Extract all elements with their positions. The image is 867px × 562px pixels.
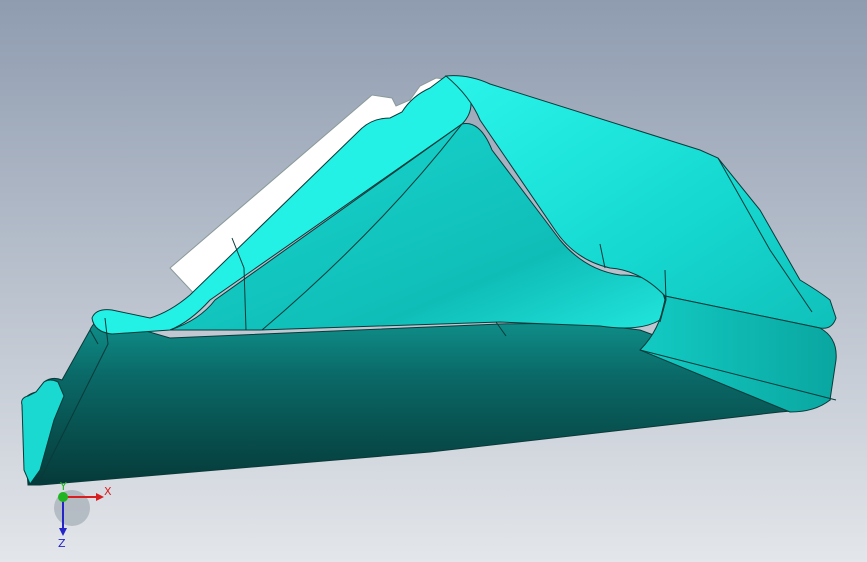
coordinate-triad: X Y Z	[54, 480, 112, 550]
graphics-viewport[interactable]: X Y Z	[0, 0, 867, 562]
y-axis-label: Y	[59, 480, 67, 493]
z-axis-label: Z	[58, 537, 66, 550]
x-axis-label: X	[104, 485, 112, 498]
y-axis-dot	[58, 492, 68, 502]
